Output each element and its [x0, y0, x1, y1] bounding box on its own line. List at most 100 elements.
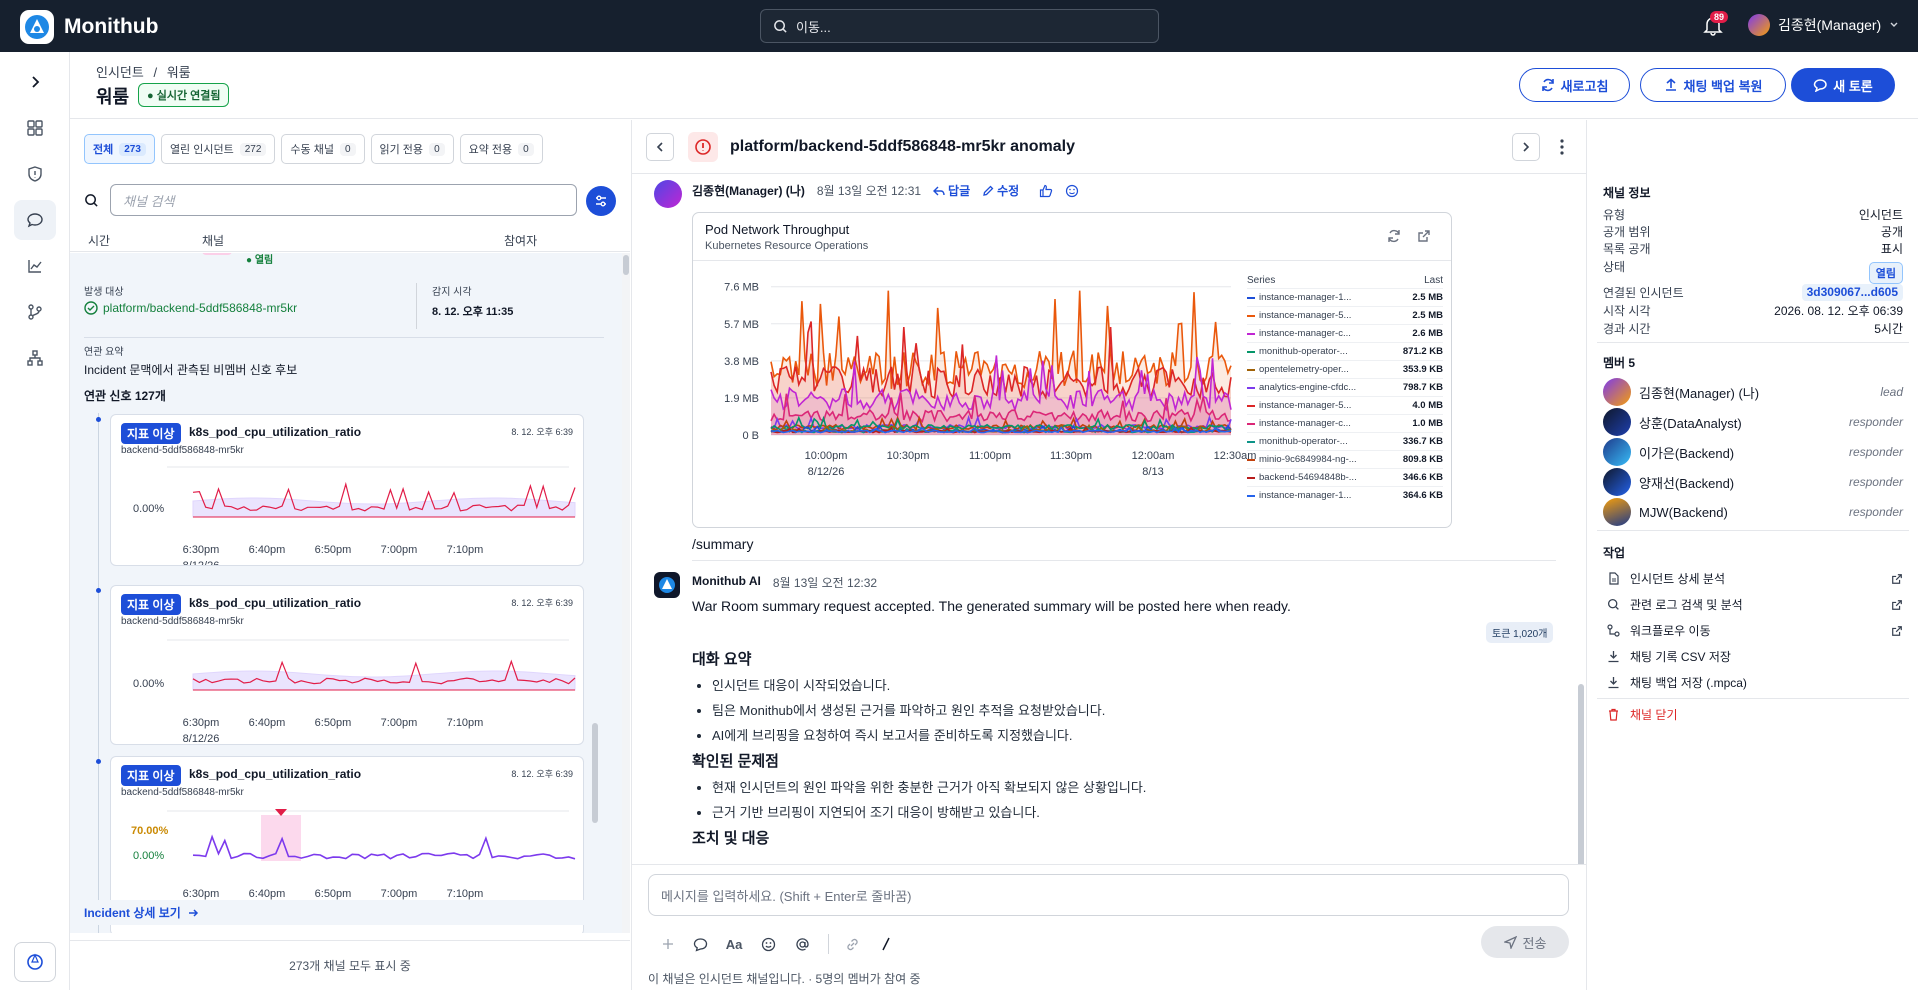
member-row[interactable]: 김종현(Manager) (나) lead	[1603, 378, 1903, 406]
channel-scrollbar[interactable]	[622, 253, 630, 933]
message-scrollbar[interactable]	[1578, 684, 1584, 864]
thumbs-up-icon[interactable]	[1039, 184, 1053, 198]
mini-x-tick: 6:30pm	[183, 717, 220, 729]
new-talk-label: 새 토론	[1833, 78, 1873, 94]
reply-button[interactable]: 답글	[933, 182, 970, 199]
signal-card[interactable]: 지표 이상 k8s_pod_cpu_utilization_ratio 8. 1…	[110, 414, 584, 566]
restore-backup-button[interactable]: 채팅 백업 복원	[1640, 68, 1786, 102]
linked-incident-link[interactable]: 3d309067...d605	[1801, 284, 1903, 301]
action-backup-mpca[interactable]: 채팅 백업 저장 (.mpca)	[1607, 674, 1903, 691]
legend-swatch	[1247, 314, 1255, 317]
tab-summary-only[interactable]: 요약 전용 0	[459, 134, 543, 164]
message-input[interactable]: 메시지를 입력하세요. (Shift + Enter로 줄바꿈)	[648, 874, 1569, 916]
incident-detail-link[interactable]: Incident 상세 보기	[84, 900, 604, 925]
filter-button[interactable]	[586, 186, 616, 216]
column-channel[interactable]: 채널	[202, 232, 224, 249]
nav-topology[interactable]	[14, 338, 56, 378]
tab-manual[interactable]: 수동 채널 0	[281, 134, 365, 164]
action-log-search[interactable]: 관련 로그 검색 및 분석	[1607, 596, 1903, 613]
message-header: 김종현(Manager) (나) 8월 13일 오전 12:31 답글 수정	[692, 182, 1079, 199]
legend-item[interactable]: instance-manager-1... 2.5 MB	[1247, 288, 1443, 306]
slash-command-icon[interactable]	[874, 932, 898, 956]
restore-backup-label: 채팅 백업 복원	[1683, 78, 1763, 94]
action-export-csv[interactable]: 채팅 기록 CSV 저장	[1607, 648, 1903, 665]
refresh-icon[interactable]	[1387, 229, 1401, 243]
close-channel-button[interactable]: 채널 닫기	[1607, 706, 1903, 723]
info-key: 상태	[1603, 260, 1626, 274]
nav-dashboard[interactable]	[14, 108, 56, 148]
nav-warroom[interactable]	[14, 200, 56, 240]
download-icon	[1608, 677, 1619, 689]
tab-open-incidents[interactable]: 열린 인시던트 272	[160, 134, 276, 164]
text-format-icon[interactable]: Aa	[722, 932, 746, 956]
message-list: 김종현(Manager) (나) 8월 13일 오전 12:31 답글 수정 P…	[632, 174, 1586, 864]
send-button[interactable]: 전송	[1481, 926, 1569, 958]
signal-card[interactable]: 지표 이상 k8s_pod_cpu_utilization_ratio 8. 1…	[110, 585, 584, 745]
legend-item[interactable]: instance-manager-5... 2.5 MB	[1247, 306, 1443, 324]
mention-icon[interactable]	[790, 932, 814, 956]
message-author[interactable]: 김종현(Manager) (나)	[692, 182, 805, 199]
ai-avatar[interactable]	[654, 572, 680, 598]
plus-icon[interactable]	[656, 932, 680, 956]
legend-item[interactable]: instance-manager-5... 4.0 MB	[1247, 396, 1443, 414]
member-row[interactable]: 상훈(DataAnalyst) responder	[1603, 408, 1903, 436]
emoji-icon[interactable]	[1065, 184, 1079, 198]
channel-table-header: 시간 채널 참여자	[70, 228, 630, 252]
legend-item[interactable]: instance-manager-1... 364.6 KB	[1247, 486, 1443, 504]
target-value[interactable]: platform/backend-5ddf586848-mr5kr	[84, 301, 297, 315]
tab-count: 273	[119, 142, 146, 156]
token-badge: 토큰 1,020개	[1486, 622, 1554, 643]
avatar[interactable]	[654, 180, 682, 208]
action-workflow[interactable]: 워크플로우 이동	[1607, 622, 1903, 639]
legend-item[interactable]: backend-54694848b-... 346.6 KB	[1247, 468, 1443, 486]
nav-incidents[interactable]	[14, 154, 56, 194]
legend-item[interactable]: instance-manager-c... 1.0 MB	[1247, 414, 1443, 432]
back-button[interactable]	[646, 133, 674, 161]
signal-subtitle: backend-5ddf586848-mr5kr	[121, 787, 244, 798]
column-time[interactable]: 시간	[88, 232, 110, 249]
member-row[interactable]: MJW(Backend) responder	[1603, 498, 1903, 526]
y-tick-label: 3.8 MB	[724, 356, 759, 368]
status-badge: ● 열림	[246, 255, 274, 266]
legend-last-value: 2.5 MB	[1412, 310, 1443, 321]
legend-item[interactable]: opentelemetry-oper... 353.9 KB	[1247, 360, 1443, 378]
channel-search-input[interactable]: 채널 검색	[110, 184, 577, 216]
nav-workflow[interactable]	[14, 292, 56, 332]
global-search[interactable]: 이동...	[760, 9, 1159, 43]
comment-icon[interactable]	[688, 932, 712, 956]
member-row[interactable]: 양재선(Backend) responder	[1603, 468, 1903, 496]
emoji-icon[interactable]	[756, 932, 780, 956]
action-incident-analysis[interactable]: 인시던트 상세 분석	[1607, 570, 1903, 587]
external-link-icon[interactable]	[1417, 229, 1431, 243]
tab-all[interactable]: 전체 273	[84, 134, 155, 164]
message-author[interactable]: Monithub AI	[692, 574, 761, 591]
legend-item[interactable]: instance-manager-c... 2.6 MB	[1247, 324, 1443, 342]
inner-scrollbar[interactable]	[592, 723, 598, 823]
metric-line[interactable]	[192, 834, 576, 860]
tab-read-only[interactable]: 읽기 전용 0	[370, 134, 454, 164]
expand-nav-button[interactable]	[14, 62, 56, 102]
breadcrumb-incidents[interactable]: 인시던트	[96, 65, 144, 80]
user-menu[interactable]: 김종현(Manager)	[1748, 14, 1899, 36]
link-icon[interactable]	[840, 932, 864, 956]
legend-item[interactable]: analytics-engine-cfdc... 798.7 KB	[1247, 378, 1443, 396]
column-participants[interactable]: 참여자	[504, 232, 537, 249]
legend-item[interactable]: monithub-operator-... 336.7 KB	[1247, 432, 1443, 450]
nav-analytics[interactable]	[14, 246, 56, 286]
mini-x-tick: 6:30pm	[183, 888, 220, 900]
signals-title: 연관 신호 127개	[84, 389, 166, 403]
legend-item[interactable]: monithub-operator-... 871.2 KB	[1247, 342, 1443, 360]
member-row[interactable]: 이가은(Backend) responder	[1603, 438, 1903, 466]
more-vertical-icon[interactable]	[1554, 137, 1570, 157]
toggle-info-panel-button[interactable]	[1512, 133, 1540, 161]
refresh-button[interactable]: 새로고침	[1519, 68, 1630, 102]
breadcrumb-warroom: 워룸	[166, 65, 191, 80]
nav-monithub-home[interactable]	[14, 942, 56, 982]
detect-label: 감지 시각	[432, 287, 472, 298]
app-logo[interactable]: Monithub	[20, 10, 158, 44]
edit-button[interactable]: 수정	[982, 182, 1019, 199]
new-talk-button[interactable]: 새 토론	[1791, 68, 1895, 102]
signal-time: 8. 12. 오후 6:39	[511, 598, 573, 608]
target-value-text: platform/backend-5ddf586848-mr5kr	[103, 301, 298, 315]
legend-item[interactable]: minio-9c6849984-ng-... 809.8 KB	[1247, 450, 1443, 468]
